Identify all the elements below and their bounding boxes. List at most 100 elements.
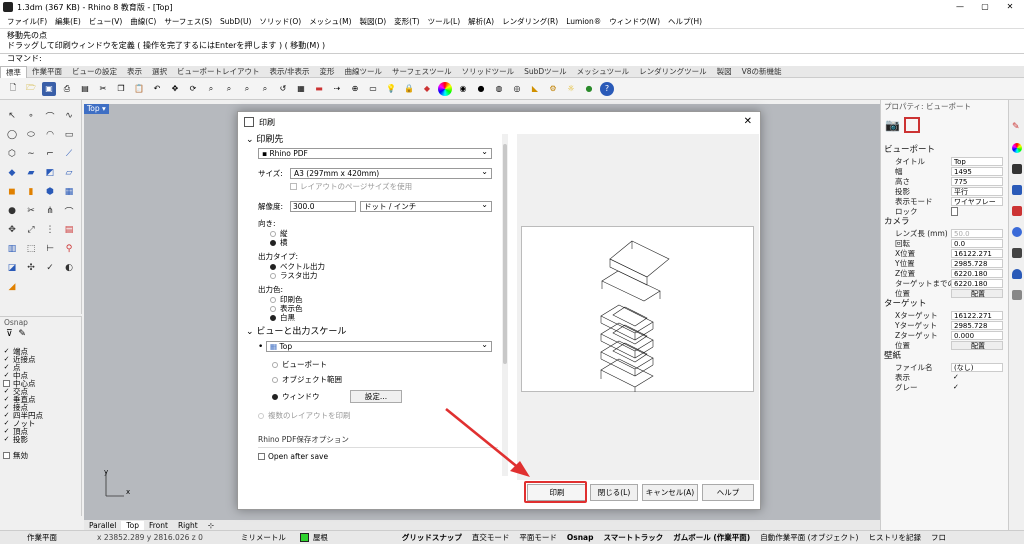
destination-section[interactable]: ⌄ 印刷先 bbox=[238, 134, 510, 146]
view-scale-section[interactable]: ⌄ ビューと出力スケール bbox=[238, 326, 510, 338]
property-value[interactable]: 配置 bbox=[951, 340, 1003, 350]
tab-visibility[interactable]: 表示/非表示 bbox=[265, 66, 315, 77]
shaded-sphere-icon[interactable]: ● bbox=[474, 82, 488, 96]
menu-drafting[interactable]: 製図(D) bbox=[356, 16, 391, 27]
osnap-checkbox[interactable] bbox=[3, 451, 10, 459]
tab-new-in-v8[interactable]: V8の新機能 bbox=[737, 66, 787, 77]
menu-subd[interactable]: SubD(U) bbox=[216, 17, 255, 26]
tab-surface-tools[interactable]: サーフェスツール bbox=[387, 66, 457, 77]
undo-icon[interactable]: ↶ bbox=[150, 82, 164, 96]
open-file-icon[interactable]: 🗁 bbox=[24, 82, 38, 96]
tab-standard[interactable]: 標準 bbox=[0, 65, 27, 78]
osnap-checkbox[interactable] bbox=[3, 348, 10, 355]
polyline-icon[interactable]: ⌒ bbox=[42, 108, 58, 124]
property-value[interactable]: ✓ bbox=[951, 373, 1003, 382]
menu-analyze[interactable]: 解析(A) bbox=[464, 16, 498, 27]
property-value[interactable]: 50.0 bbox=[951, 228, 1003, 238]
tab-set-view[interactable]: ビューの設定 bbox=[67, 66, 122, 77]
import-icon[interactable]: ▤ bbox=[78, 82, 92, 96]
cut-icon[interactable]: ✂ bbox=[96, 82, 110, 96]
area-window-radio[interactable]: ウィンドウ bbox=[272, 392, 350, 401]
select-icon[interactable]: ⇢ bbox=[330, 82, 344, 96]
layout-page-size-checkbox[interactable] bbox=[290, 183, 297, 190]
textures-icon[interactable] bbox=[1012, 290, 1022, 300]
osnap-checkbox[interactable] bbox=[3, 404, 10, 411]
tab-curve-tools[interactable]: 曲線ツール bbox=[340, 66, 388, 77]
mesh-icon[interactable]: ▦ bbox=[61, 184, 77, 200]
cancel-button[interactable]: キャンセル(A) bbox=[642, 484, 698, 501]
property-value[interactable]: 775 bbox=[951, 176, 1003, 186]
property-value[interactable]: 0.000 bbox=[951, 330, 1003, 340]
tab-drafting[interactable]: 製図 bbox=[712, 66, 737, 77]
maximize-button[interactable]: ▢ bbox=[973, 0, 997, 14]
environment-panel-icon[interactable] bbox=[1012, 227, 1022, 237]
status-grid-snap[interactable]: グリッドスナップ bbox=[397, 532, 467, 543]
camera-icon[interactable]: 📷 bbox=[885, 117, 901, 133]
polygon-icon[interactable]: ⬡ bbox=[4, 146, 20, 162]
options-gear-icon[interactable]: ⚙ bbox=[546, 82, 560, 96]
help-icon[interactable]: ? bbox=[600, 81, 614, 96]
edit-points-icon[interactable]: ◪ bbox=[4, 260, 20, 276]
arc-icon[interactable]: ◠ bbox=[42, 127, 58, 143]
status-autoplane[interactable]: 自動作業平面 (オブジェクト) bbox=[755, 532, 863, 543]
render-mesh-icon[interactable]: ◐ bbox=[61, 260, 77, 276]
join-icon[interactable]: ⌒ bbox=[61, 203, 77, 219]
menu-solid[interactable]: ソリッド(O) bbox=[255, 16, 305, 27]
osnap-checkbox[interactable] bbox=[3, 420, 10, 427]
named-views-icon[interactable]: ▭ bbox=[366, 82, 380, 96]
tab-subd-tools[interactable]: SubDツール bbox=[519, 66, 572, 77]
osnap-checkbox[interactable] bbox=[3, 436, 10, 443]
dimension-icon[interactable]: ⊢ bbox=[42, 241, 58, 257]
libraries-icon[interactable] bbox=[1012, 206, 1022, 216]
layout-icon[interactable]: ◢ bbox=[4, 279, 20, 295]
zoom-selected-icon[interactable]: ⌕ bbox=[258, 82, 272, 96]
circle-icon[interactable]: ◯ bbox=[4, 127, 20, 143]
orientation-portrait-radio[interactable]: 縦 bbox=[238, 229, 510, 238]
osnap-checkbox[interactable] bbox=[3, 379, 10, 387]
select-arrow-icon[interactable]: ↖ bbox=[4, 108, 20, 124]
open-after-save-checkbox[interactable] bbox=[258, 453, 265, 460]
menu-mesh[interactable]: メッシュ(M) bbox=[305, 16, 355, 27]
display-icon[interactable] bbox=[1012, 164, 1022, 174]
notes-icon[interactable] bbox=[1012, 269, 1022, 279]
status-osnap[interactable]: Osnap bbox=[562, 533, 599, 542]
surface-icon[interactable]: ◆ bbox=[4, 165, 20, 181]
status-units[interactable]: ミリメートル bbox=[236, 532, 291, 543]
tab-top[interactable]: Top bbox=[121, 520, 144, 530]
menu-render[interactable]: レンダリング(R) bbox=[498, 16, 562, 27]
text-icon[interactable]: ▤ bbox=[61, 222, 77, 238]
property-value[interactable]: Top bbox=[951, 156, 1003, 166]
loft-icon[interactable]: ◩ bbox=[42, 165, 58, 181]
tab-parallel[interactable]: Parallel bbox=[84, 521, 121, 530]
close-button[interactable]: ✕ bbox=[998, 0, 1022, 14]
zoom-extents-icon[interactable]: ⌕ bbox=[240, 82, 254, 96]
four-viewports-icon[interactable]: ▦ bbox=[294, 82, 308, 96]
menu-file[interactable]: ファイル(F) bbox=[3, 16, 51, 27]
undo-view-icon[interactable]: ↺ bbox=[276, 82, 290, 96]
boolean-union-icon[interactable]: ● bbox=[4, 203, 20, 219]
osnap-checkbox[interactable] bbox=[3, 428, 10, 435]
tab-right[interactable]: Right bbox=[173, 521, 203, 530]
zoom-window-icon[interactable]: ⌕ bbox=[222, 82, 236, 96]
resolution-unit-select[interactable]: ドット / インチ bbox=[360, 200, 492, 212]
menu-tools[interactable]: ツール(L) bbox=[424, 16, 465, 27]
property-value[interactable]: 2985.728 bbox=[951, 320, 1003, 330]
tab-viewport-layout[interactable]: ビューポートレイアウト bbox=[172, 66, 265, 77]
layer-icon[interactable]: ◆ bbox=[420, 82, 434, 96]
help-button[interactable]: ヘルプ bbox=[702, 484, 754, 501]
command-prompt[interactable]: コマンド: bbox=[0, 53, 1024, 63]
view-select[interactable]: ▦ Top bbox=[266, 340, 492, 352]
status-ortho[interactable]: 直交モード bbox=[467, 532, 515, 543]
offset-icon[interactable]: ⟋ bbox=[61, 146, 77, 162]
raster-output-radio[interactable]: ラスタ出力 bbox=[238, 271, 510, 280]
copy-move-icon[interactable]: ⤢ bbox=[23, 222, 39, 238]
layers-icon[interactable] bbox=[1012, 185, 1022, 195]
osnap-checkbox[interactable] bbox=[3, 364, 10, 371]
render-sphere-icon[interactable]: ◉ bbox=[456, 82, 470, 96]
scrollbar-thumb[interactable] bbox=[503, 144, 507, 364]
lock-icon[interactable]: 🔒 bbox=[402, 82, 416, 96]
property-value[interactable]: (なし) bbox=[951, 362, 1003, 372]
window-settings-button[interactable]: 設定... bbox=[350, 390, 402, 403]
tab-select[interactable]: 選択 bbox=[147, 66, 172, 77]
box-icon[interactable]: ◼ bbox=[4, 184, 20, 200]
